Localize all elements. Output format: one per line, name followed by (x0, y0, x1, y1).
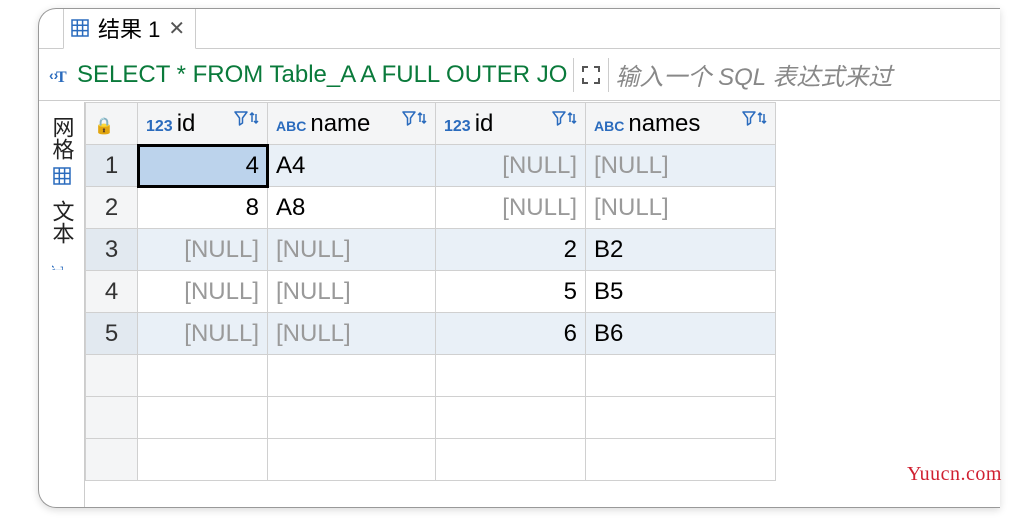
table-row[interactable]: 14A4[NULL][NULL] (86, 145, 776, 187)
side-tab-text[interactable]: 文本 ‹› T (42, 192, 82, 276)
column-label: id (177, 110, 196, 137)
side-tab-grid-label: 网格 (46, 116, 78, 160)
cell[interactable]: [NULL] (586, 145, 776, 187)
sql-text-icon: ‹› T (49, 64, 71, 86)
cell[interactable]: [NULL] (436, 187, 586, 229)
close-icon[interactable]: ✕ (168, 16, 185, 41)
column-header-id[interactable]: 123id (436, 103, 586, 145)
text-icon: ‹› T (52, 250, 72, 270)
sort-icon[interactable] (757, 110, 767, 126)
grid-icon (70, 18, 90, 38)
sort-icon[interactable] (417, 110, 427, 126)
number-type-icon: 123 (444, 118, 471, 135)
row-number[interactable]: 2 (86, 187, 138, 229)
column-header-name[interactable]: ABCname (268, 103, 436, 145)
grid-icon (52, 166, 72, 186)
cell[interactable]: B5 (586, 271, 776, 313)
separator (573, 58, 574, 92)
table-row-empty (86, 439, 776, 481)
cell[interactable]: [NULL] (436, 145, 586, 187)
cell[interactable]: 4 (138, 145, 268, 187)
tab-label: 结果 1 (98, 12, 160, 44)
cell[interactable]: [NULL] (138, 271, 268, 313)
table-row[interactable]: 3[NULL][NULL]2B2 (86, 229, 776, 271)
cell[interactable]: [NULL] (138, 229, 268, 271)
corner-cell[interactable]: 🔒 (86, 103, 138, 145)
cell[interactable]: [NULL] (268, 229, 436, 271)
sql-query-text[interactable]: SELECT * FROM Table_A A FULL OUTER JO (77, 61, 567, 89)
svg-text:T: T (56, 69, 67, 86)
number-type-icon: 123 (146, 118, 173, 135)
data-table[interactable]: 🔒 123idABCname123idABCnames 14A4[NULL][N… (85, 102, 776, 481)
row-number[interactable]: 1 (86, 145, 138, 187)
column-header-names[interactable]: ABCnames (586, 103, 776, 145)
lock-icon: 🔒 (94, 118, 114, 135)
table-row[interactable]: 5[NULL][NULL]6B6 (86, 313, 776, 355)
tab-bar: 结果 1 ✕ (39, 9, 1000, 49)
cell[interactable]: B6 (586, 313, 776, 355)
cell[interactable]: 6 (436, 313, 586, 355)
separator (608, 58, 609, 92)
watermark: Yuucn.com (907, 463, 1002, 486)
cell[interactable]: [NULL] (586, 187, 776, 229)
cell[interactable]: [NULL] (268, 313, 436, 355)
column-label: names (628, 110, 700, 137)
cell[interactable]: B2 (586, 229, 776, 271)
table-row[interactable]: 28A8[NULL][NULL] (86, 187, 776, 229)
results-panel: 结果 1 ✕ ‹› T SELECT * FROM Table_A A FULL… (38, 8, 1000, 508)
filter-icon[interactable] (234, 110, 248, 126)
column-header-id[interactable]: 123id (138, 103, 268, 145)
filter-icon[interactable] (402, 110, 416, 126)
cell[interactable]: 8 (138, 187, 268, 229)
cell[interactable]: [NULL] (138, 313, 268, 355)
cell[interactable]: 5 (436, 271, 586, 313)
text-type-icon: ABC (276, 118, 306, 134)
cell[interactable]: [NULL] (268, 271, 436, 313)
sort-icon[interactable] (567, 110, 577, 126)
cell[interactable]: 2 (436, 229, 586, 271)
filter-icon[interactable] (552, 110, 566, 126)
sql-filter-placeholder[interactable]: 输入一个 SQL 表达式来过 (615, 57, 992, 92)
filter-icon[interactable] (742, 110, 756, 126)
side-tabs: 网格 文本 ‹› T (39, 102, 85, 507)
sort-icon[interactable] (249, 110, 259, 126)
column-label: id (475, 110, 494, 137)
row-number[interactable]: 5 (86, 313, 138, 355)
row-number[interactable]: 4 (86, 271, 138, 313)
svg-text:T: T (52, 266, 66, 270)
side-tab-grid[interactable]: 网格 (42, 108, 82, 192)
tab-result-1[interactable]: 结果 1 ✕ (63, 8, 196, 49)
cell[interactable]: A4 (268, 145, 436, 187)
side-tab-text-label: 文本 (46, 200, 78, 244)
column-label: name (310, 110, 370, 137)
table-row-empty (86, 397, 776, 439)
cell[interactable]: A8 (268, 187, 436, 229)
text-type-icon: ABC (594, 118, 624, 134)
result-grid: 🔒 123idABCname123idABCnames 14A4[NULL][N… (85, 102, 1000, 507)
sql-bar: ‹› T SELECT * FROM Table_A A FULL OUTER … (39, 49, 1000, 101)
expand-icon[interactable] (580, 64, 602, 86)
table-row-empty (86, 355, 776, 397)
table-row[interactable]: 4[NULL][NULL]5B5 (86, 271, 776, 313)
row-number[interactable]: 3 (86, 229, 138, 271)
main-area: 网格 文本 ‹› T (39, 102, 1000, 507)
